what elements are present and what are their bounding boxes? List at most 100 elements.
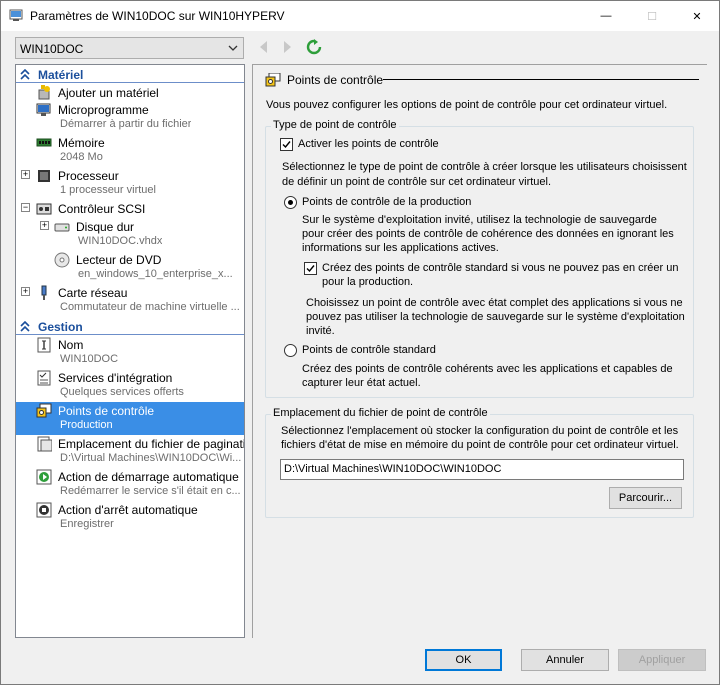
checkpoint-location-input[interactable]: D:\Virtual Machines\WIN10DOC\WIN10DOC: [280, 459, 684, 480]
production-checkpoints-label[interactable]: Points de contrôle de la production: [302, 196, 471, 210]
select-type-text-2: de définir un point de contrôle sur cet …: [282, 176, 552, 188]
checkmark-icon: [306, 265, 315, 273]
sidebar-item-auto-start-action[interactable]: Action de démarrage automatique Redémarr…: [16, 468, 244, 501]
sidebar-item-detail: 2048 Mo: [60, 151, 103, 163]
page-title-text: Points de contrôle: [287, 73, 384, 87]
processor-icon: [38, 170, 50, 182]
sidebar-item-detail: Enregistrer: [60, 518, 114, 530]
maximize-icon: ☐: [647, 10, 657, 23]
standard-desc-1: Créez des points de contrôle cohérents a…: [302, 363, 673, 375]
back-arrow-icon[interactable]: [256, 39, 272, 55]
enable-checkpoints-label[interactable]: Activer les points de contrôle: [298, 138, 439, 152]
checkpoint-location-group-label: Emplacement du fichier de point de contr…: [271, 407, 490, 419]
sidebar-item-label: Nom: [58, 338, 84, 352]
sidebar-item-processor[interactable]: + Processeur 1 processeur virtuel: [16, 167, 244, 200]
sidebar-item-scsi-controller[interactable]: − Contrôleur SCSI: [16, 200, 244, 218]
standard-checkpoints-radio[interactable]: [284, 344, 297, 357]
collapse-icon[interactable]: −: [21, 203, 30, 212]
hard-drive-icon: [54, 223, 70, 232]
section-management-label: Gestion: [38, 320, 83, 334]
enable-checkpoints-checkbox[interactable]: [280, 138, 293, 151]
sidebar-item-detail: Commutateur de machine virtuelle ...: [60, 301, 240, 313]
section-management[interactable]: Gestion: [16, 319, 244, 335]
settings-window: Paramètres de WIN10DOC sur WIN10HYPERV —…: [0, 0, 720, 685]
settings-tree: Matériel Ajouter un matériel Microprogra…: [15, 64, 245, 638]
sidebar-item-label: Microprogramme: [58, 103, 149, 117]
ok-button[interactable]: OK: [425, 649, 502, 671]
forward-arrow-icon[interactable]: [279, 39, 295, 55]
dvd-drive-icon: [54, 252, 70, 268]
cancel-button[interactable]: Annuler: [521, 649, 609, 671]
checkpoint-type-group-label: Type de point de contrôle: [271, 119, 399, 131]
sidebar-item-detail: 1 processeur virtuel: [60, 184, 156, 196]
close-icon: ✕: [692, 10, 702, 23]
minimize-button[interactable]: —: [583, 1, 629, 31]
sidebar-item-dvd-drive[interactable]: Lecteur de DVD en_windows_10_enterprise_…: [16, 251, 244, 284]
sidebar-item-detail: Démarrer à partir du fichier: [60, 118, 192, 130]
network-adapter-icon: [41, 285, 47, 300]
close-button[interactable]: ✕: [674, 1, 720, 31]
fallback-standard-checkbox[interactable]: [304, 262, 317, 275]
checkmark-icon: [282, 141, 291, 149]
chevron-down-icon: [228, 45, 238, 51]
auto-stop-icon: [36, 502, 52, 518]
intro-text: Vous pouvez configurer les options de po…: [266, 99, 668, 111]
section-hardware-label: Matériel: [38, 68, 84, 82]
browse-button[interactable]: Parcourir...: [609, 487, 682, 509]
sidebar-item-label: Emplacement du fichier de paginatio...: [58, 437, 244, 451]
sidebar-item-name[interactable]: Nom WIN10DOC: [16, 336, 244, 369]
sidebar-item-detail: Production: [60, 419, 113, 431]
sidebar-item-auto-stop-action[interactable]: Action d'arrêt automatique Enregistrer: [16, 501, 244, 534]
sidebar-item-add-hardware[interactable]: Ajouter un matériel: [16, 84, 244, 101]
standard-desc-2: capturer leur état actuel.: [302, 377, 421, 389]
fallback-standard-label-1[interactable]: Créez des points de contrôle standard si…: [322, 262, 679, 276]
sidebar-item-firmware[interactable]: Microprogramme Démarrer à partir du fich…: [16, 101, 244, 134]
auto-start-icon: [36, 469, 52, 485]
paging-file-icon: [37, 436, 52, 452]
sidebar-item-checkpoints[interactable]: Points de contrôle Production: [16, 402, 244, 435]
name-icon: [37, 337, 51, 353]
checkpoint-icon: [265, 73, 281, 87]
fallback-desc-1: Choisissez un point de contrôle avec éta…: [306, 297, 683, 309]
fallback-standard-label-2[interactable]: pour la production.: [322, 276, 413, 290]
sidebar-item-network-adapter[interactable]: + Carte réseau Commutateur de machine vi…: [16, 284, 244, 317]
sidebar-item-label: Processeur: [58, 169, 119, 183]
checkpoint-settings-panel: Points de contrôle Vous pouvez configure…: [252, 64, 707, 638]
sidebar-item-smart-paging-location[interactable]: Emplacement du fichier de paginatio... D…: [16, 435, 244, 468]
scsi-controller-icon: [36, 203, 52, 215]
expand-icon[interactable]: +: [21, 170, 30, 179]
add-hardware-icon: [38, 85, 50, 100]
location-desc-2: fichiers d'état de mise en mémoire du po…: [281, 439, 679, 451]
sidebar-item-label: Action de démarrage automatique: [58, 470, 239, 484]
sidebar-item-detail: D:\Virtual Machines\WIN10DOC\Wi...: [60, 452, 242, 464]
sidebar-item-detail: WIN10DOC.vhdx: [78, 235, 163, 247]
sidebar-item-detail: WIN10DOC: [60, 353, 119, 365]
sidebar-item-detail: Redémarrer le service s'il était en c...: [60, 485, 241, 497]
sidebar-item-hard-drive[interactable]: + Disque dur WIN10DOC.vhdx: [16, 218, 244, 251]
title-bar: Paramètres de WIN10DOC sur WIN10HYPERV —…: [1, 1, 719, 31]
memory-icon: [36, 138, 52, 147]
production-checkpoints-radio[interactable]: [284, 196, 297, 209]
expand-icon[interactable]: +: [40, 221, 49, 230]
expand-icon[interactable]: +: [21, 287, 30, 296]
sidebar-item-label: Action d'arrêt automatique: [58, 503, 198, 517]
refresh-icon[interactable]: [306, 39, 322, 55]
production-desc-1: Sur le système d'exploitation invité, ut…: [302, 214, 657, 226]
apply-button[interactable]: Appliquer: [618, 649, 706, 671]
window-title: Paramètres de WIN10DOC sur WIN10HYPERV: [30, 9, 285, 23]
location-desc-1: Sélectionnez l'emplacement où stocker la…: [281, 425, 679, 437]
section-hardware[interactable]: Matériel: [16, 67, 244, 83]
maximize-button[interactable]: ☐: [629, 1, 675, 31]
collapse-chevrons-icon: [20, 69, 30, 80]
sidebar-item-label: Contrôleur SCSI: [58, 202, 146, 216]
checkpoint-icon: [36, 403, 52, 418]
sidebar-item-detail: en_windows_10_enterprise_x...: [78, 268, 233, 280]
sidebar-item-label: Services d'intégration: [58, 371, 173, 385]
sidebar-item-memory[interactable]: Mémoire 2048 Mo: [16, 134, 244, 167]
vm-selector[interactable]: WIN10DOC: [15, 37, 244, 59]
hyperv-settings-icon: [9, 9, 23, 21]
integration-services-icon: [37, 370, 51, 386]
standard-checkpoints-label[interactable]: Points de contrôle standard: [302, 344, 436, 358]
sidebar-item-integration-services[interactable]: Services d'intégration Quelques services…: [16, 369, 244, 402]
production-desc-2: pour créer des points de contrôle de coh…: [302, 228, 674, 240]
